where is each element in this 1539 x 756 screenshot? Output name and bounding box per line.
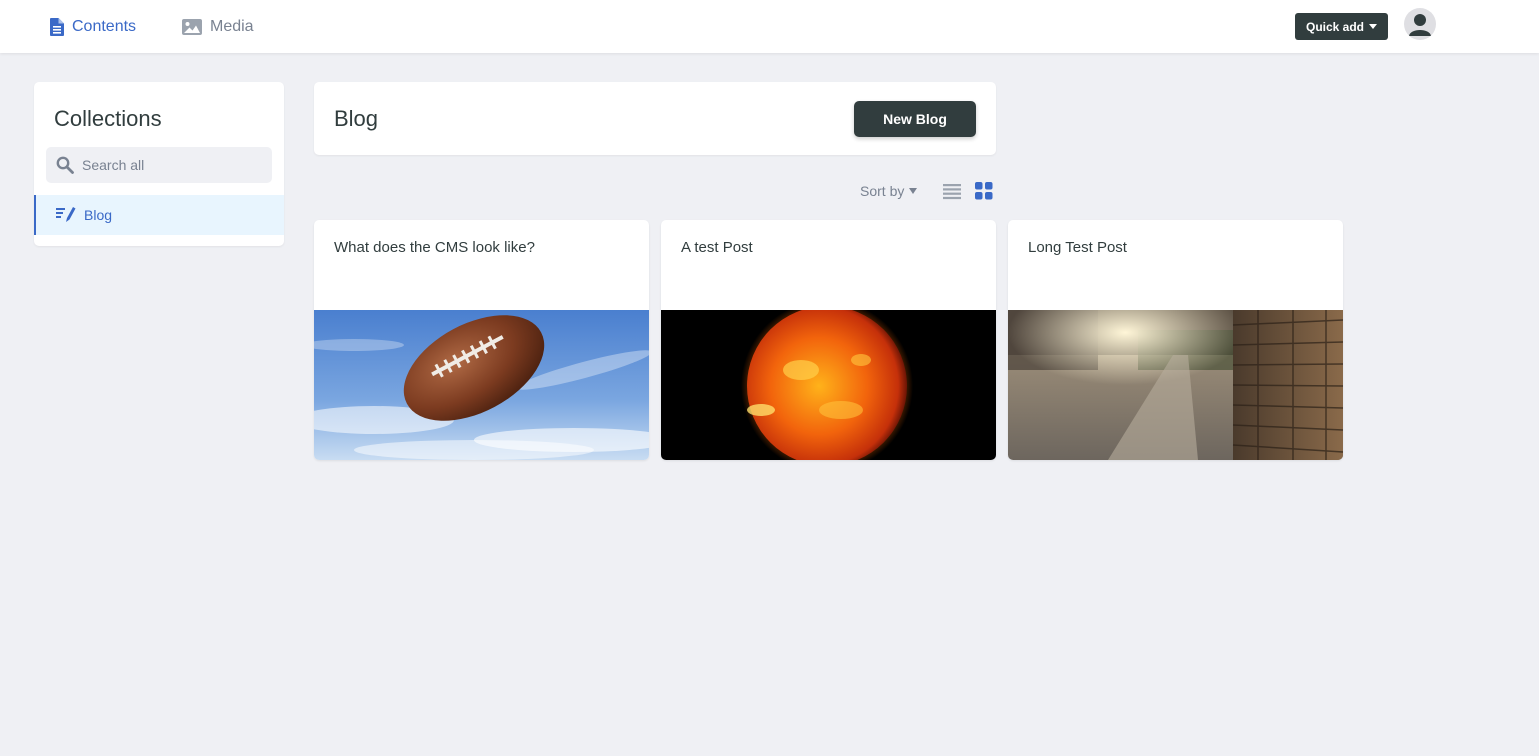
sort-by-dropdown[interactable]: Sort by xyxy=(860,182,918,200)
sidebar-title: Collections xyxy=(54,106,162,131)
search-input[interactable] xyxy=(80,156,264,174)
nav-media-label: Media xyxy=(210,17,254,35)
quick-add-button[interactable]: Quick add xyxy=(1295,13,1388,40)
nav-contents-label: Contents xyxy=(72,17,137,35)
entry-card-title: Long Test Post xyxy=(1028,239,1127,256)
sidebar-item-blog[interactable]: Blog xyxy=(34,195,284,235)
nav-media-link[interactable]: Media xyxy=(182,0,254,53)
search-box xyxy=(46,147,272,183)
entry-card-title: What does the CMS look like? xyxy=(334,239,535,256)
pencil-list-icon xyxy=(56,206,76,224)
user-avatar[interactable] xyxy=(1404,8,1436,40)
new-blog-button[interactable]: New Blog xyxy=(854,101,976,137)
list-view-icon xyxy=(943,184,961,200)
caret-down-icon xyxy=(909,188,918,194)
image-icon xyxy=(182,18,202,35)
top-bar: Contents Media Quick add xyxy=(0,0,1539,53)
collection-header: Blog New Blog xyxy=(314,82,996,155)
entry-card-image xyxy=(661,310,996,460)
entry-card-image xyxy=(314,310,649,460)
entry-card[interactable]: A test Post xyxy=(661,220,996,460)
entry-card-image xyxy=(1008,310,1343,460)
sort-by-label: Sort by xyxy=(860,183,905,199)
entry-card[interactable]: Long Test Post xyxy=(1008,220,1343,460)
collection-title: Blog xyxy=(334,106,379,131)
document-icon xyxy=(50,17,64,36)
collections-sidebar: Collections Blog xyxy=(34,82,284,246)
grid-view-toggle[interactable] xyxy=(974,181,994,201)
user-icon xyxy=(1409,14,1431,36)
quick-add-label: Quick add xyxy=(1305,19,1364,34)
nav-contents-link[interactable]: Contents xyxy=(50,0,136,53)
caret-down-icon xyxy=(1369,24,1377,29)
sidebar-item-label: Blog xyxy=(84,207,113,223)
entry-card[interactable]: What does the CMS look like? xyxy=(314,220,649,460)
grid-view-icon xyxy=(975,182,993,200)
list-view-toggle[interactable] xyxy=(942,181,962,201)
search-icon xyxy=(56,156,74,174)
entry-card-title: A test Post xyxy=(681,239,753,256)
